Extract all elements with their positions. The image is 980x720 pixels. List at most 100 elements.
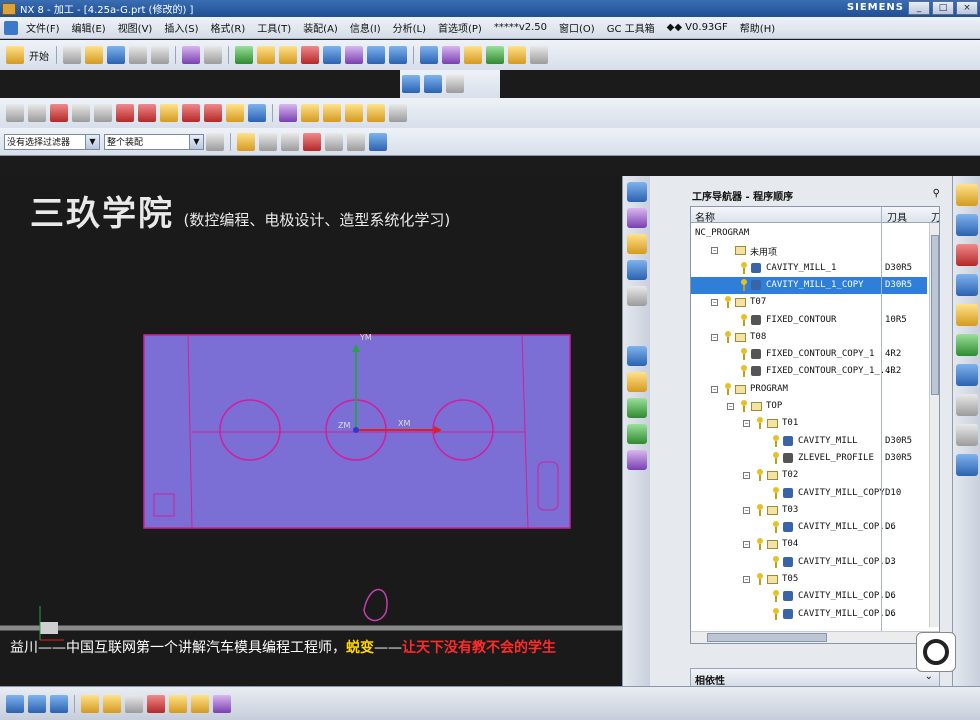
menu-preferences[interactable]: 首选项(P) xyxy=(432,20,488,35)
offset-curve-icon[interactable] xyxy=(138,104,156,122)
web-browser-icon[interactable] xyxy=(955,364,978,386)
replay-icon[interactable] xyxy=(279,46,297,64)
surface-icon[interactable] xyxy=(345,104,363,122)
reset-filter-icon[interactable] xyxy=(259,132,277,151)
layer-settings-icon[interactable] xyxy=(50,694,68,713)
shaded-view-icon[interactable] xyxy=(424,75,442,93)
tree-row[interactable]: ZLEVEL_PROFILE D30R5 xyxy=(691,450,927,467)
pin-icon[interactable]: ⚲ xyxy=(933,188,940,199)
menu-addon[interactable]: ◆◆ V0.93GF xyxy=(661,22,734,33)
tree-row[interactable]: − T01 xyxy=(691,415,927,432)
menu-edit[interactable]: 编辑(E) xyxy=(66,20,112,35)
select-body-icon[interactable] xyxy=(281,132,299,151)
menu-window[interactable]: 窗口(O) xyxy=(553,20,601,35)
show-hide-icon[interactable] xyxy=(28,694,46,713)
edit-object-icon[interactable] xyxy=(182,46,200,64)
column-extra-header[interactable]: 刀 xyxy=(931,209,939,224)
operation-navigator-tab-icon[interactable] xyxy=(955,274,978,296)
tree-row[interactable]: CAVITY_MILL_COPY D10 xyxy=(691,485,927,502)
video-progress-handle[interactable] xyxy=(40,622,58,634)
open-folder-icon[interactable] xyxy=(85,46,103,64)
tree-row[interactable]: CAVITY_MILL_COP... D6 xyxy=(691,606,927,623)
tree-row[interactable]: CAVITY_MILL D30R5 xyxy=(691,433,927,450)
system-materials-icon[interactable] xyxy=(955,424,978,446)
create-operation-icon[interactable] xyxy=(508,46,526,64)
menu-view[interactable]: 视图(V) xyxy=(112,20,159,35)
create-program-icon[interactable] xyxy=(420,46,438,64)
save-icon[interactable] xyxy=(107,46,125,64)
trim-icon[interactable] xyxy=(204,104,222,122)
expand-toggle-icon[interactable]: − xyxy=(743,576,750,583)
expand-toggle-icon[interactable]: − xyxy=(711,247,718,255)
view-cube-icon[interactable] xyxy=(389,46,407,64)
tree-row[interactable]: − T07 xyxy=(691,294,927,311)
hd3d-tools-icon[interactable] xyxy=(955,334,978,356)
menu-info[interactable]: 信息(I) xyxy=(344,20,387,35)
expand-toggle-icon[interactable]: − xyxy=(711,333,718,341)
part-viewport[interactable]: YM XM ZM xyxy=(0,176,622,686)
start-icon[interactable] xyxy=(6,46,24,64)
tree-row[interactable]: − 未用项 xyxy=(691,242,927,259)
start-button[interactable]: 开始 xyxy=(29,48,49,63)
redo-icon[interactable] xyxy=(151,46,169,64)
menu-format[interactable]: 格式(R) xyxy=(205,20,252,35)
machine-tool-view-icon[interactable] xyxy=(626,208,647,228)
wcs-icon[interactable] xyxy=(125,694,143,713)
select-icon[interactable] xyxy=(325,132,343,151)
expand-toggle-icon[interactable]: − xyxy=(711,299,718,307)
new-file-icon[interactable] xyxy=(63,46,81,64)
chevron-down-icon[interactable]: ▼ xyxy=(85,134,99,149)
close-button[interactable]: × xyxy=(956,1,978,15)
scroll-thumb[interactable] xyxy=(707,633,827,642)
part-navigator-icon[interactable] xyxy=(955,244,978,266)
lighting-icon[interactable] xyxy=(103,694,121,713)
column-name-header[interactable]: 名称 xyxy=(695,209,715,224)
collapse-icon[interactable] xyxy=(626,286,647,306)
text-icon[interactable] xyxy=(94,104,112,122)
snap-point-icon[interactable] xyxy=(237,132,255,151)
select-face-icon[interactable] xyxy=(369,132,387,151)
program-order-view-icon[interactable] xyxy=(626,182,647,202)
postprocess-icon[interactable] xyxy=(626,450,647,470)
expand-toggle-icon[interactable]: − xyxy=(711,385,718,393)
post-process-icon[interactable] xyxy=(323,46,341,64)
refresh-icon[interactable] xyxy=(235,46,253,64)
graphics-window[interactable]: YM XM ZM xyxy=(0,176,622,686)
tree-row[interactable]: − TOP xyxy=(691,398,927,415)
constraint-navigator-icon[interactable] xyxy=(955,214,978,236)
shop-doc-icon[interactable] xyxy=(345,46,363,64)
menu-plugin[interactable]: *****v2.50 xyxy=(488,22,553,33)
assembly-navigator-icon[interactable] xyxy=(955,184,978,206)
properties-icon[interactable] xyxy=(530,46,548,64)
sketch-icon[interactable] xyxy=(116,104,134,122)
tree-row[interactable]: FIXED_CONTOUR 10R5 xyxy=(691,312,927,329)
bridge-curve-icon[interactable] xyxy=(160,104,178,122)
render-style-icon[interactable] xyxy=(81,694,99,713)
expand-toggle-icon[interactable]: − xyxy=(743,506,750,514)
type-filter-dropdown[interactable]: 没有选择过滤器 ▼ xyxy=(4,133,100,150)
roles-icon[interactable] xyxy=(955,454,978,476)
menu-app-icon[interactable] xyxy=(4,20,18,35)
expand-toggle-icon[interactable]: − xyxy=(743,541,750,549)
project-curve-icon[interactable] xyxy=(248,104,266,122)
transform-icon[interactable] xyxy=(204,46,222,64)
tree-row[interactable]: − T02 xyxy=(691,467,927,484)
method-view-icon[interactable] xyxy=(626,260,647,280)
analysis-icon[interactable] xyxy=(169,694,187,713)
replay-path-icon[interactable] xyxy=(626,372,647,392)
menu-assembly[interactable]: 装配(A) xyxy=(297,20,344,35)
create-method-icon[interactable] xyxy=(486,46,504,64)
tree-row[interactable]: − PROGRAM xyxy=(691,381,927,398)
history-icon[interactable] xyxy=(955,394,978,416)
reuse-library-icon[interactable] xyxy=(955,304,978,326)
curve-icon[interactable] xyxy=(50,104,68,122)
snap-grid-icon[interactable] xyxy=(6,694,24,713)
generate-path-icon[interactable] xyxy=(257,46,275,64)
horizontal-scrollbar[interactable] xyxy=(691,631,939,643)
fillet-icon[interactable] xyxy=(182,104,200,122)
maximize-button[interactable]: □ xyxy=(932,1,954,15)
tree-row[interactable]: − T03 xyxy=(691,502,927,519)
bounded-plane-icon[interactable] xyxy=(323,104,341,122)
dependencies-panel-header[interactable]: 相依性 ⌄ xyxy=(690,668,940,687)
create-tool-icon[interactable] xyxy=(442,46,460,64)
